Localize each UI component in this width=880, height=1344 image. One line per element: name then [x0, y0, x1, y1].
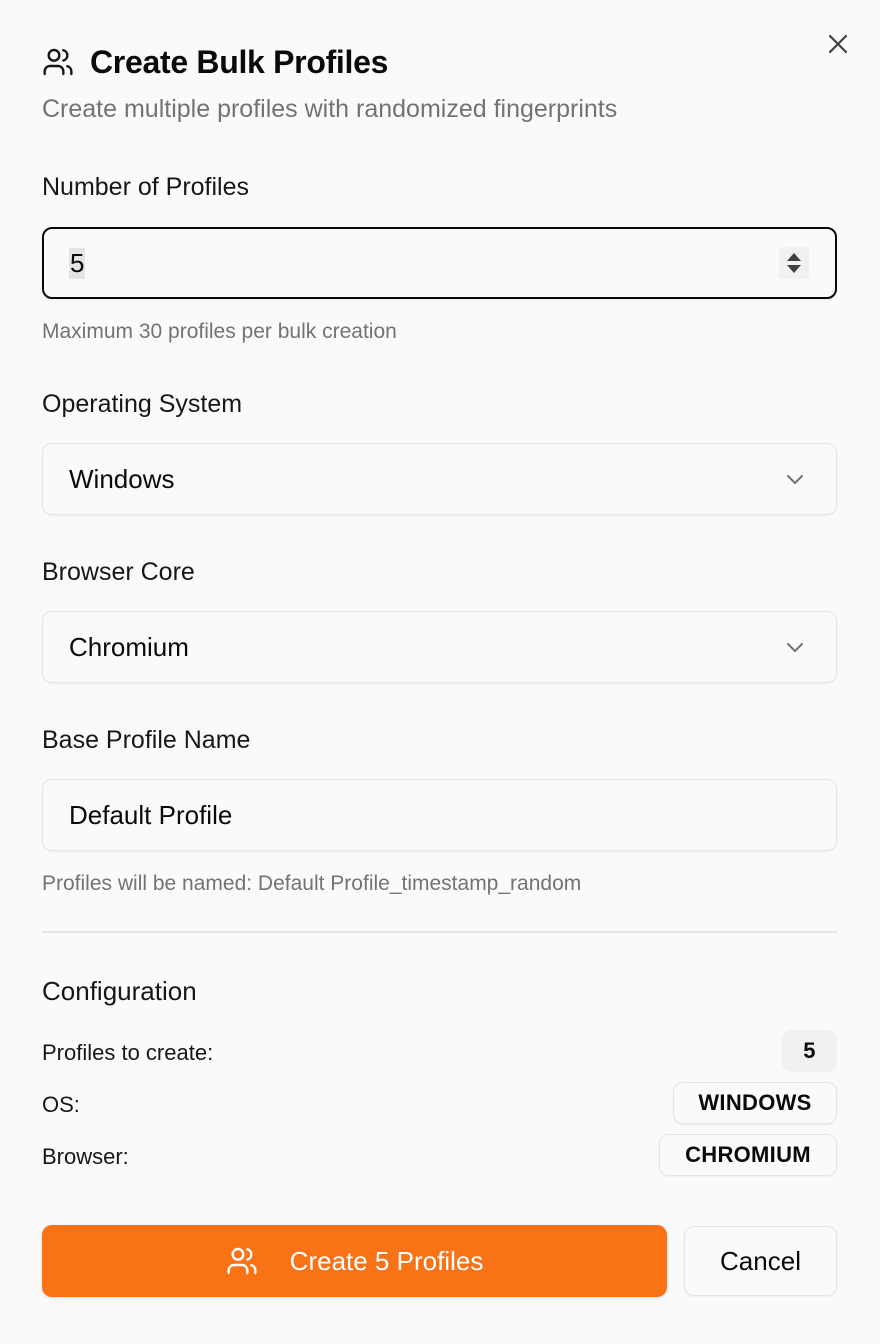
- base-name-input[interactable]: Default Profile: [42, 779, 837, 851]
- create-profiles-label: Create 5 Profiles: [289, 1245, 484, 1276]
- config-browser-badge: CHROMIUM: [659, 1134, 837, 1176]
- stepper-up-icon[interactable]: [787, 253, 801, 261]
- os-label: Operating System: [42, 390, 243, 418]
- config-os-label: OS:: [42, 1092, 80, 1117]
- config-profiles-label: Profiles to create:: [42, 1040, 214, 1065]
- dialog-header: Create Bulk Profiles: [42, 42, 388, 82]
- bulk-profiles-dialog: Create Bulk Profiles Create multiple pro…: [0, 0, 880, 1344]
- chevron-down-icon: [787, 475, 803, 484]
- config-os-badge: WINDOWS: [673, 1082, 837, 1124]
- configuration-title: Configuration: [42, 976, 197, 1006]
- profile-count-value: 5: [69, 247, 86, 279]
- config-browser-label: Browser:: [42, 1144, 129, 1169]
- users-icon: [226, 1245, 258, 1277]
- dialog-title: Create Bulk Profiles: [90, 43, 389, 80]
- profile-count-label: Number of Profiles: [42, 173, 250, 201]
- cancel-button[interactable]: Cancel: [684, 1226, 837, 1296]
- base-name-value: Default Profile: [69, 799, 233, 830]
- config-profiles-badge: 5: [782, 1030, 837, 1072]
- dialog-subtitle: Create multiple profiles with randomized…: [42, 95, 618, 123]
- os-select[interactable]: Windows: [42, 443, 837, 515]
- base-name-label: Base Profile Name: [42, 726, 251, 754]
- os-select-value: Windows: [69, 463, 175, 494]
- chevron-down-icon: [787, 643, 803, 652]
- browser-select[interactable]: Chromium: [42, 611, 837, 683]
- users-icon: [42, 46, 74, 78]
- profile-count-input[interactable]: 5: [42, 227, 837, 299]
- profile-count-hint: Maximum 30 profiles per bulk creation: [42, 320, 397, 343]
- stepper-down-icon[interactable]: [787, 265, 801, 273]
- close-icon: [828, 34, 848, 54]
- close-button[interactable]: [822, 28, 854, 60]
- browser-select-value: Chromium: [69, 631, 189, 662]
- base-name-hint: Profiles will be named: Default Profile_…: [42, 872, 582, 895]
- browser-label: Browser Core: [42, 558, 195, 586]
- number-stepper[interactable]: [779, 247, 809, 279]
- divider: [42, 931, 837, 933]
- cancel-label: Cancel: [720, 1245, 801, 1276]
- create-profiles-button[interactable]: Create 5 Profiles: [42, 1225, 667, 1297]
